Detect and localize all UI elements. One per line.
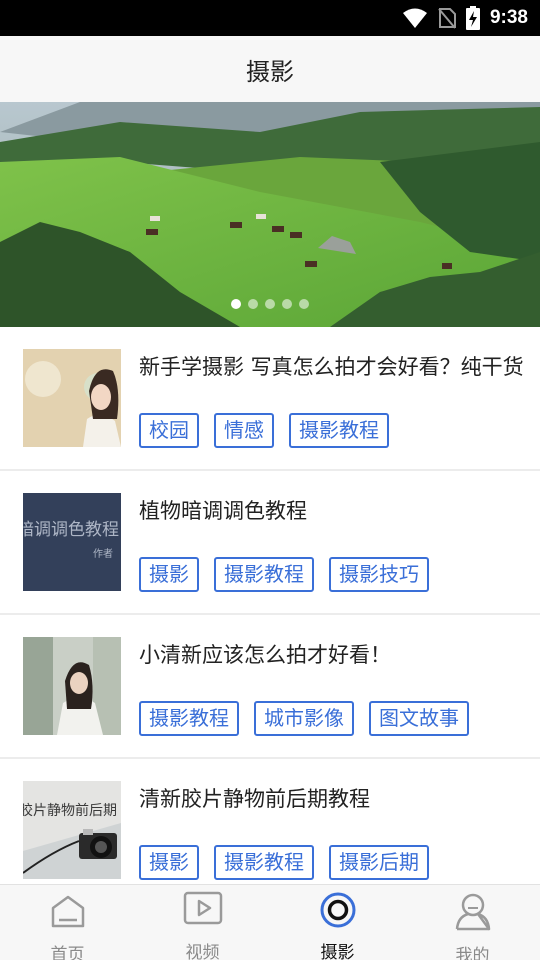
- article-title: 小清新应该怎么拍才好看！: [139, 643, 391, 667]
- tab-photography[interactable]: 摄影: [270, 885, 405, 960]
- status-time: 9:38: [489, 7, 528, 28]
- tab-profile-label: 我的: [455, 946, 490, 960]
- tag-chip[interactable]: 摄影技巧: [329, 557, 429, 592]
- tag-chip[interactable]: 校园: [139, 413, 199, 448]
- carousel-dot[interactable]: [299, 299, 309, 309]
- banner-carousel[interactable]: [0, 102, 540, 327]
- article-thumbnail: [23, 349, 121, 447]
- bottom-tab-bar: 首页 视频 摄影 我的: [0, 884, 540, 960]
- page-title: 摄影: [246, 57, 294, 86]
- profile-icon: [455, 893, 490, 931]
- article-item[interactable]: 胶片静物前后期 清新胶片静物前后期教程 摄影 摄影教程 摄影后期: [0, 759, 540, 903]
- tag-chip[interactable]: 摄影: [139, 557, 199, 592]
- tab-profile[interactable]: 我的: [405, 885, 540, 960]
- wifi-icon: [402, 8, 427, 28]
- article-title: 清新胶片静物前后期教程: [139, 787, 370, 811]
- tag-list: 摄影教程 城市影像 图文故事: [139, 701, 469, 736]
- article-title: 新手学摄影 写真怎么拍才会好看？纯干货: [139, 355, 524, 379]
- banner-image: [0, 102, 540, 327]
- tag-chip[interactable]: 摄影教程: [139, 701, 239, 736]
- tag-list: 校园 情感 摄影教程: [139, 413, 389, 448]
- article-item[interactable]: 新手学摄影 写真怎么拍才会好看？纯干货 校园 情感 摄影教程: [0, 327, 540, 471]
- article-item[interactable]: 小清新应该怎么拍才好看！ 摄影教程 城市影像 图文故事: [0, 615, 540, 759]
- article-item[interactable]: 暗调调色教程 作者 植物暗调调色教程 摄影 摄影教程 摄影技巧: [0, 471, 540, 615]
- article-title: 植物暗调调色教程: [139, 499, 307, 523]
- article-list: 新手学摄影 写真怎么拍才会好看？纯干货 校园 情感 摄影教程 暗调调色教程 作者…: [0, 327, 540, 903]
- video-icon: [183, 891, 222, 925]
- battery-charging-icon: [465, 6, 480, 30]
- tag-list: 摄影 摄影教程 摄影技巧: [139, 557, 429, 592]
- home-icon: [51, 895, 84, 928]
- article-thumbnail: 胶片静物前后期: [23, 781, 121, 879]
- tab-home[interactable]: 首页: [0, 885, 135, 960]
- tag-chip[interactable]: 情感: [214, 413, 274, 448]
- article-thumbnail: [23, 637, 121, 735]
- no-sim-icon: [438, 8, 456, 29]
- tag-chip[interactable]: 城市影像: [254, 701, 354, 736]
- status-icons: 9:38: [402, 0, 528, 36]
- tag-chip[interactable]: 摄影后期: [329, 845, 429, 880]
- tag-chip[interactable]: 摄影教程: [289, 413, 389, 448]
- carousel-dot[interactable]: [231, 299, 241, 309]
- carousel-dot[interactable]: [265, 299, 275, 309]
- carousel-dot[interactable]: [282, 299, 292, 309]
- tag-chip[interactable]: 摄影: [139, 845, 199, 880]
- tab-video[interactable]: 视频: [135, 885, 270, 960]
- carousel-dot[interactable]: [248, 299, 258, 309]
- tab-video-label: 视频: [185, 943, 220, 960]
- camera-lens-icon: [320, 892, 355, 928]
- thumbnail-text: 胶片静物前后期: [23, 802, 117, 819]
- tab-photography-label: 摄影: [320, 943, 355, 960]
- tag-chip[interactable]: 摄影教程: [214, 845, 314, 880]
- status-bar: 9:38: [0, 0, 540, 36]
- tab-home-label: 首页: [50, 945, 85, 960]
- tag-chip[interactable]: 图文故事: [369, 701, 469, 736]
- tag-list: 摄影 摄影教程 摄影后期: [139, 845, 429, 880]
- article-thumbnail: 暗调调色教程 作者: [23, 493, 121, 591]
- thumbnail-text: 暗调调色教程: [23, 520, 119, 540]
- app-header: 摄影: [0, 36, 540, 102]
- carousel-indicator: [0, 299, 540, 309]
- thumbnail-subtext: 作者: [93, 548, 113, 560]
- tag-chip[interactable]: 摄影教程: [214, 557, 314, 592]
